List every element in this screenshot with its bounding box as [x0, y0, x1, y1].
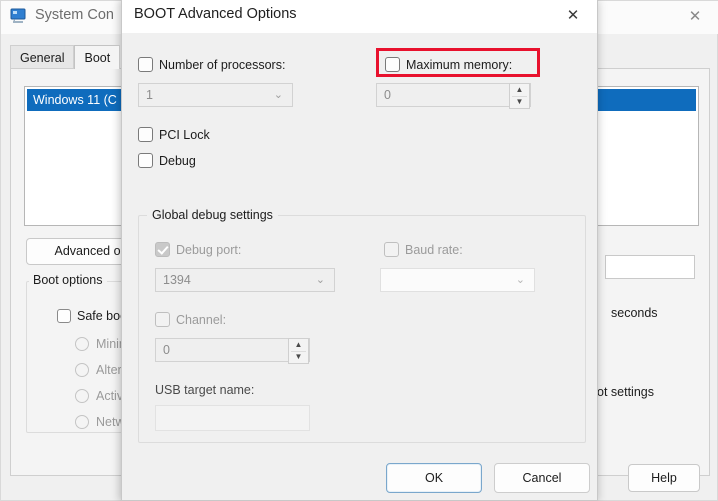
- checkbox-icon: [155, 312, 170, 327]
- advanced-options-label: Advanced op: [55, 244, 128, 258]
- spinner-down-icon[interactable]: ▼: [289, 351, 308, 363]
- checkbox-icon: [155, 242, 170, 257]
- number-of-processors-label: Number of processors:: [159, 58, 285, 72]
- spinner-up-icon[interactable]: ▲: [510, 84, 529, 96]
- checkbox-icon: [385, 57, 400, 72]
- timeout-units-label: seconds: [611, 306, 658, 320]
- baud-rate-checkbox[interactable]: Baud rate:: [384, 242, 463, 257]
- debug-port-value: 1394: [163, 273, 191, 287]
- safe-boot-label: Safe boo: [77, 309, 127, 323]
- close-icon[interactable]: ✕: [681, 5, 709, 29]
- debug-label: Debug: [159, 154, 196, 168]
- chevron-down-icon: ⌄: [316, 269, 325, 291]
- system-configuration-icon: [10, 8, 28, 24]
- debug-port-combobox[interactable]: 1394 ⌄: [155, 268, 335, 292]
- maximum-memory-value: 0: [384, 88, 391, 102]
- channel-checkbox[interactable]: Channel:: [155, 312, 226, 327]
- cancel-button[interactable]: Cancel: [494, 463, 590, 493]
- permanent-boot-settings-label: ot settings: [597, 385, 654, 399]
- channel-value: 0: [163, 343, 170, 357]
- tab-general[interactable]: General: [10, 45, 74, 69]
- ok-button[interactable]: OK: [386, 463, 482, 493]
- dialog-titlebar: BOOT Advanced Options ✕: [122, 0, 597, 33]
- debug-checkbox[interactable]: Debug: [138, 153, 196, 168]
- debug-port-label: Debug port:: [176, 243, 241, 257]
- checkbox-icon: [384, 242, 399, 257]
- usb-target-name-input[interactable]: [155, 405, 310, 431]
- channel-label: Channel:: [176, 313, 226, 327]
- checkbox-icon: [57, 309, 71, 323]
- chevron-down-icon: ⌄: [516, 269, 525, 291]
- boot-options-group-title: Boot options: [29, 273, 107, 287]
- debug-port-checkbox[interactable]: Debug port:: [155, 242, 241, 257]
- spinner-buttons[interactable]: ▲ ▼: [288, 338, 309, 364]
- pci-lock-label: PCI Lock: [159, 128, 210, 142]
- timeout-input[interactable]: [605, 255, 695, 279]
- radio-icon: [75, 415, 89, 429]
- maximum-memory-spinner[interactable]: 0 ▲ ▼: [376, 83, 531, 107]
- maximum-memory-checkbox[interactable]: Maximum memory:: [385, 57, 512, 72]
- channel-spinner[interactable]: 0 ▲ ▼: [155, 338, 310, 362]
- usb-target-name-label: USB target name:: [155, 383, 254, 397]
- boot-advanced-options-dialog: BOOT Advanced Options ✕ Number of proces…: [121, 0, 598, 501]
- number-of-processors-value: 1: [146, 88, 153, 102]
- checkbox-icon: [138, 127, 153, 142]
- spinner-buttons[interactable]: ▲ ▼: [509, 83, 530, 109]
- baud-rate-label: Baud rate:: [405, 243, 463, 257]
- number-of-processors-combobox[interactable]: 1 ⌄: [138, 83, 293, 107]
- close-icon[interactable]: ✕: [559, 4, 587, 28]
- dialog-body: Number of processors: 1 ⌄ Maximum memory…: [122, 33, 597, 499]
- pci-lock-checkbox[interactable]: PCI Lock: [138, 127, 210, 142]
- tab-boot[interactable]: Boot: [74, 45, 120, 69]
- checkbox-icon: [138, 153, 153, 168]
- maximum-memory-label: Maximum memory:: [406, 58, 512, 72]
- background-window-title: System Con: [35, 7, 114, 23]
- chevron-down-icon: ⌄: [274, 84, 283, 106]
- global-debug-settings-title: Global debug settings: [147, 208, 278, 222]
- number-of-processors-checkbox[interactable]: Number of processors:: [138, 57, 285, 72]
- baud-rate-combobox[interactable]: ⌄: [380, 268, 535, 292]
- help-button[interactable]: Help: [628, 464, 700, 492]
- spinner-down-icon[interactable]: ▼: [510, 96, 529, 108]
- dialog-title: BOOT Advanced Options: [134, 6, 297, 22]
- radio-icon: [75, 337, 89, 351]
- safe-boot-checkbox[interactable]: Safe boo: [57, 309, 127, 323]
- tabstrip: GeneralBoot: [10, 45, 120, 69]
- spinner-up-icon[interactable]: ▲: [289, 339, 308, 351]
- radio-icon: [75, 363, 89, 377]
- radio-icon: [75, 389, 89, 403]
- checkbox-icon: [138, 57, 153, 72]
